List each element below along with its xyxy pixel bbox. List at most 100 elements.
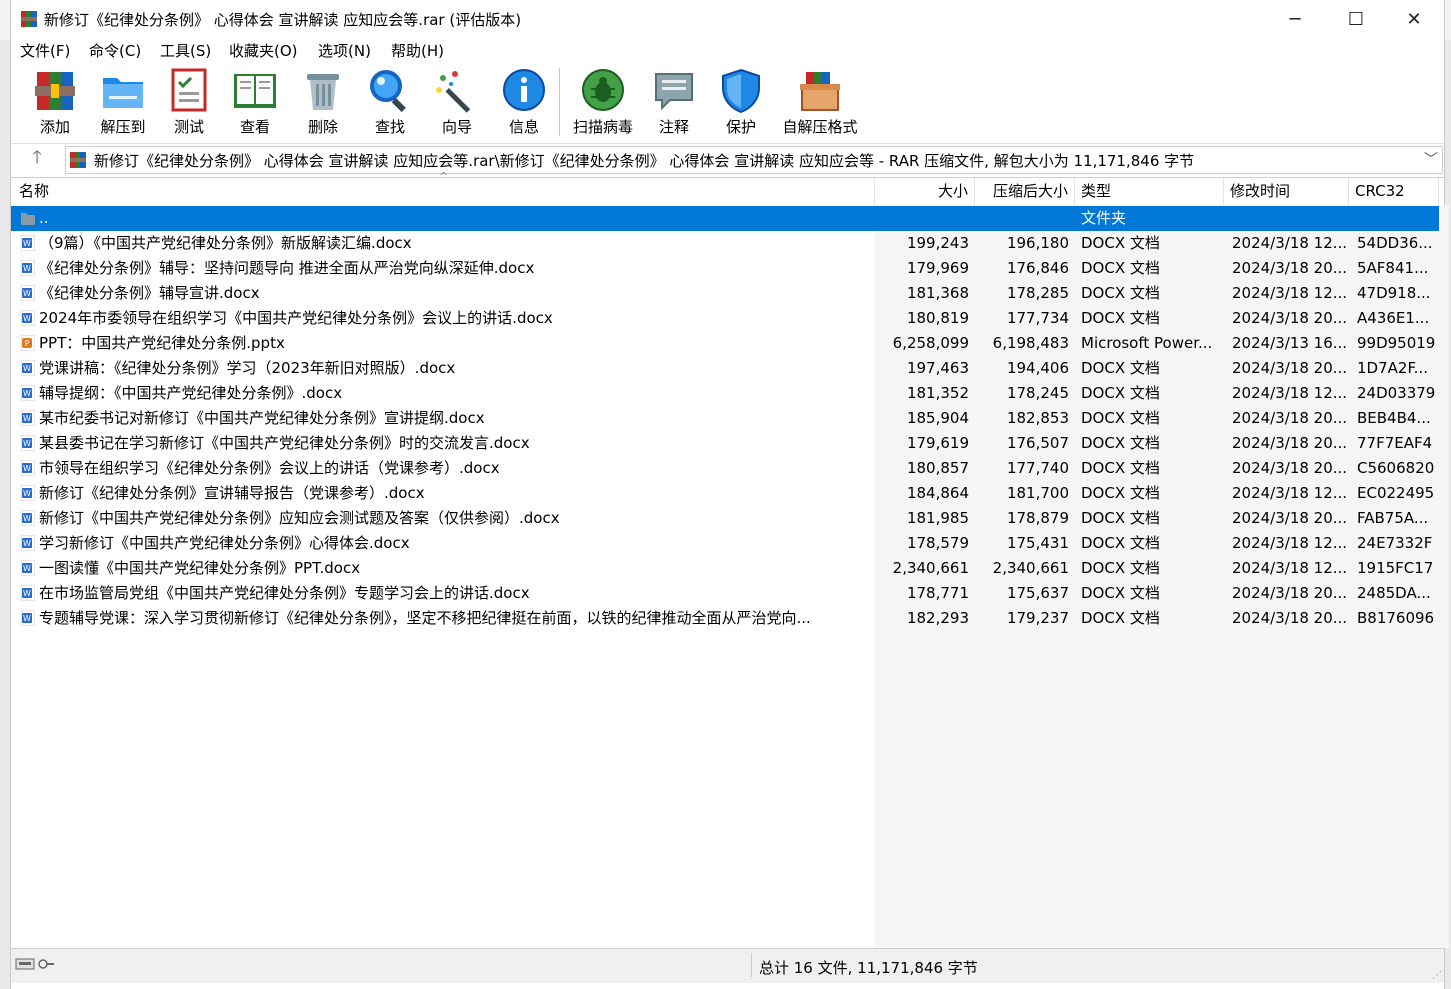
svg-text:W: W bbox=[23, 264, 31, 273]
table-row[interactable]: W （9篇）《中国共产党纪律处分条例》新版解读汇编.docx 199,243 196,… bbox=[11, 231, 1439, 256]
column-packed-size[interactable]: 压缩后大小 bbox=[975, 178, 1075, 205]
word-file-icon: W bbox=[21, 560, 35, 576]
file-name: W 2024年市委领导在组织学习《中国共产党纪律处分条例》会议上的讲话.docx bbox=[15, 306, 877, 331]
column-modified[interactable]: 修改时间 bbox=[1224, 178, 1349, 205]
test-button[interactable]: 测试 bbox=[163, 66, 215, 140]
trash-icon bbox=[307, 74, 339, 110]
table-row[interactable]: W 《纪律处分条例》辅导：坚持问题导向 推进全面从严治党向纵深延伸.docx 179… bbox=[11, 256, 1439, 281]
scan-virus-label: 扫描病毒 bbox=[572, 118, 633, 136]
menu-help[interactable]: 帮助(H) bbox=[391, 40, 444, 61]
file-type: DOCX 文档 bbox=[1081, 284, 1160, 302]
file-size bbox=[875, 206, 975, 231]
modified-time: 2024/3/18 12... bbox=[1232, 234, 1348, 252]
file-name-text: 2024年市委领导在组织学习《中国共产党纪律处分条例》会议上的讲话.docx bbox=[39, 309, 553, 327]
menu-favorites[interactable]: 收藏夹(O) bbox=[229, 40, 298, 61]
scan-virus-button[interactable]: 扫描病毒 bbox=[567, 66, 639, 140]
modified-time: 2024/3/18 20... bbox=[1232, 259, 1348, 277]
table-row[interactable]: W 专题辅导党课：深入学习贯彻新修订《纪律处分条例》，坚定不移把纪律挺在前面，以铁… bbox=[11, 606, 1439, 631]
word-file-icon: W bbox=[21, 360, 35, 376]
address-bar: 🡑 新修订《纪律处分条例》 心得体会 宣讲解读 应知应会等.rar\新修订《纪律… bbox=[11, 143, 1444, 175]
protect-button[interactable]: 保护 bbox=[715, 66, 767, 140]
title-bar[interactable]: 新修订《纪律处分条例》 心得体会 宣讲解读 应知应会等.rar (评估版本) ─… bbox=[11, 0, 1444, 38]
file-name-text: （9篇）《中国共产党纪律处分条例》新版解读汇编.docx bbox=[39, 234, 412, 252]
menu-command[interactable]: 命令(C) bbox=[89, 40, 141, 61]
file-name: W （9篇）《中国共产党纪律处分条例》新版解读汇编.docx bbox=[15, 231, 877, 256]
comment-icon bbox=[655, 73, 693, 111]
crc32-value: 54DD36... bbox=[1357, 234, 1433, 252]
file-type: DOCX 文档 bbox=[1081, 484, 1160, 502]
table-row[interactable]: W 2024年市委领导在组织学习《中国共产党纪律处分条例》会议上的讲话.docx 1… bbox=[11, 306, 1439, 331]
maximize-button[interactable]: ☐ bbox=[1327, 0, 1385, 38]
info-label: 信息 bbox=[508, 118, 539, 136]
file-type: 文件夹 bbox=[1081, 209, 1127, 227]
table-row[interactable]: W 市领导在组织学习《纪律处分条例》会议上的讲话（党课参考）.docx 180,85… bbox=[11, 456, 1439, 481]
table-row[interactable]: W 辅导提纲：《中国共产党纪律处分条例》.docx 181,352 178,245 DO… bbox=[11, 381, 1439, 406]
menu-tools[interactable]: 工具(S) bbox=[160, 40, 211, 61]
file-name-text: 市领导在组织学习《纪律处分条例》会议上的讲话（党课参考）.docx bbox=[39, 459, 500, 477]
word-file-icon: W bbox=[21, 310, 35, 326]
svg-text:W: W bbox=[23, 414, 31, 423]
status-bar: 总计 16 文件, 11,171,846 字节 ⋰ bbox=[11, 948, 1444, 983]
drive-key-icon[interactable] bbox=[15, 956, 55, 972]
file-type: DOCX 文档 bbox=[1081, 259, 1160, 277]
wizard-wand-icon bbox=[436, 71, 471, 113]
column-size[interactable]: 大小 bbox=[875, 178, 975, 205]
extract-to-button[interactable]: 解压到 bbox=[93, 66, 153, 140]
table-row[interactable]: W 在市场监管局党组《中国共产党纪律处分条例》专题学习会上的讲话.docx 178,… bbox=[11, 581, 1439, 606]
chevron-down-icon[interactable]: ﹀ bbox=[1424, 149, 1438, 169]
winrar-app-icon bbox=[21, 11, 37, 27]
table-row[interactable]: P PPT：中国共产党纪律处分条例.pptx 6,258,099 6,198,483 M… bbox=[11, 331, 1439, 356]
crc32-value: B8176096 bbox=[1357, 609, 1435, 627]
close-button[interactable]: ✕ bbox=[1385, 0, 1443, 38]
table-row[interactable]: W 《纪律处分条例》辅导宣讲.docx 181,368 178,285 DOCX 文档 2… bbox=[11, 281, 1439, 306]
address-path-field[interactable]: 新修订《纪律处分条例》 心得体会 宣讲解读 应知应会等.rar\新修订《纪律处分… bbox=[65, 146, 1443, 174]
protect-label: 保护 bbox=[725, 118, 756, 136]
table-row[interactable]: W 新修订《中国共产党纪律处分条例》应知应会测试题及答案（仅供参阅）.docx 18… bbox=[11, 506, 1439, 531]
word-file-icon: W bbox=[21, 410, 35, 426]
up-folder-button[interactable]: 🡑 bbox=[25, 146, 49, 170]
folder-icon bbox=[21, 213, 35, 225]
table-row[interactable]: W 某县委书记在学习新修订《中国共产党纪律处分条例》时的交流发言.docx 179,… bbox=[11, 431, 1439, 456]
word-file-icon: W bbox=[21, 585, 35, 601]
parent-folder-row[interactable]: .. 文件夹 bbox=[11, 206, 1439, 231]
info-button[interactable]: 信息 bbox=[498, 66, 550, 140]
table-row[interactable]: W 学习新修订《中国共产党纪律处分条例》心得体会.docx 178,579 175,4… bbox=[11, 531, 1439, 556]
packed-size: 194,406 bbox=[1006, 359, 1069, 377]
delete-button[interactable]: 删除 bbox=[297, 66, 349, 140]
file-size: 182,293 bbox=[906, 609, 969, 627]
menu-options[interactable]: 选项(N) bbox=[318, 40, 371, 61]
wizard-label: 向导 bbox=[441, 118, 472, 136]
column-crc32[interactable]: CRC32 bbox=[1349, 178, 1439, 205]
column-type[interactable]: 类型 bbox=[1075, 178, 1224, 205]
wizard-button[interactable]: 向导 bbox=[431, 66, 483, 140]
table-row[interactable]: W 新修订《纪律处分条例》宣讲辅导报告（党课参考）.docx 184,864 181,… bbox=[11, 481, 1439, 506]
comment-button[interactable]: 注释 bbox=[648, 66, 700, 140]
table-row[interactable]: W 党课讲稿：《纪律处分条例》学习（2023年新旧对照版）.docx 197,463… bbox=[11, 356, 1439, 381]
packed-size: 176,846 bbox=[1006, 259, 1069, 277]
file-type: DOCX 文档 bbox=[1081, 309, 1160, 327]
find-button[interactable]: 查找 bbox=[364, 66, 416, 140]
crc32-value: 99D95019 bbox=[1357, 334, 1436, 352]
file-list[interactable]: 名称 ^ 大小 压缩后大小 类型 修改时间 CRC32 .. 文件夹 W （9篇）《中… bbox=[11, 170, 1449, 948]
svg-text:W: W bbox=[23, 464, 31, 473]
svg-text:W: W bbox=[23, 514, 31, 523]
view-button[interactable]: 查看 bbox=[229, 66, 281, 140]
crc32-value: EC022495 bbox=[1357, 484, 1435, 502]
table-row[interactable]: W 一图读懂《中国共产党纪律处分条例》PPT.docx 2,340,661 2,340… bbox=[11, 556, 1439, 581]
crc32-value: 2485DA... bbox=[1357, 584, 1431, 602]
modified-time: 2024/3/18 12... bbox=[1232, 559, 1348, 577]
resize-grip-icon[interactable]: ⋰ bbox=[1432, 970, 1442, 981]
status-summary: 总计 16 文件, 11,171,846 字节 bbox=[759, 959, 978, 977]
add-button[interactable]: 添加 bbox=[29, 66, 81, 140]
sfx-button[interactable]: 自解压格式 bbox=[778, 66, 862, 140]
toolbar-separator bbox=[559, 68, 560, 136]
minimize-button[interactable]: ─ bbox=[1266, 0, 1324, 38]
packed-size: 181,700 bbox=[1006, 484, 1069, 502]
menu-file[interactable]: 文件(F) bbox=[20, 40, 70, 61]
window-title: 新修订《纪律处分条例》 心得体会 宣讲解读 应知应会等.rar (评估版本) bbox=[44, 11, 522, 29]
table-row[interactable]: W 某市纪委书记对新修订《中国共产党纪律处分条例》宣讲提纲.docx 185,904… bbox=[11, 406, 1439, 431]
svg-text:W: W bbox=[23, 564, 31, 573]
modified-time: 2024/3/18 12... bbox=[1232, 534, 1348, 552]
packed-size: 6,198,483 bbox=[992, 334, 1069, 352]
modified-time: 2024/3/18 20... bbox=[1232, 509, 1348, 527]
